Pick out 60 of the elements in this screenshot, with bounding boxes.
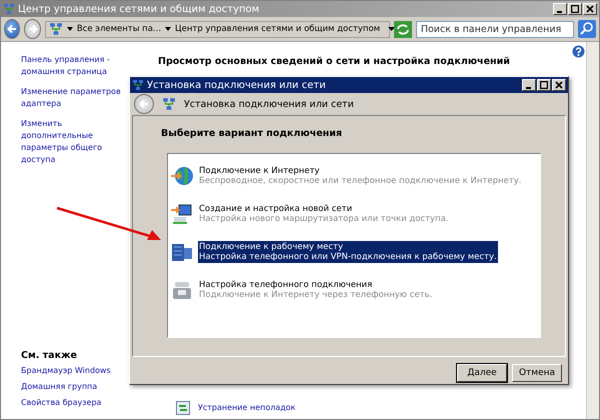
window-title: Центр управления сетями и общим доступом <box>18 4 260 14</box>
computer-network-icon <box>170 202 194 226</box>
close-button[interactable] <box>552 79 566 91</box>
option-title: Создание и настройка новой сети <box>199 204 354 214</box>
option-title: Настройка телефонного подключения <box>199 280 374 290</box>
connection-option[interactable]: Подключение к рабочему месту Настройка телефонного или VPN-подключения к рабочему месту. <box>198 241 498 263</box>
prompt-text: Выберите вариант подключения <box>161 128 343 139</box>
sidebar-link[interactable]: Изменение параметров адаптера <box>21 86 128 110</box>
search-icon[interactable] <box>578 20 596 38</box>
maximize-button[interactable] <box>568 3 582 15</box>
back-button[interactable] <box>134 94 154 114</box>
connection-option[interactable]: Создание и настройка новой сети Настройка нового маршрутизатора или точки доступа. <box>198 203 450 225</box>
option-title: Подключение к рабочему месту <box>199 242 344 252</box>
connection-option[interactable]: Подключение к Интернету Беспроводное, скоростное или телефонное подключение к Интернету. <box>198 165 522 187</box>
dialog-heading: Установка подключения или сети <box>184 98 354 110</box>
maximize-button[interactable] <box>537 79 551 91</box>
minimize-button[interactable] <box>522 79 536 91</box>
forward-arrow-icon <box>28 24 38 34</box>
dropdown-caret-icon <box>66 27 73 31</box>
minimize-button[interactable] <box>553 3 567 15</box>
maximize-icon <box>571 5 579 13</box>
sidebar-link[interactable]: Изменить дополнительные параметры общего доступа <box>21 118 128 166</box>
close-icon <box>555 81 563 89</box>
network-icon <box>48 22 63 36</box>
maximize-icon <box>540 81 548 89</box>
scrollbar[interactable] <box>586 42 599 419</box>
back-arrow-icon <box>7 24 18 34</box>
help-icon[interactable] <box>572 45 585 58</box>
see-also-link[interactable]: Свойства браузера <box>21 397 128 409</box>
back-arrow-icon <box>139 99 149 109</box>
search-field[interactable]: Поиск в панели управления <box>416 20 574 38</box>
close-button[interactable] <box>583 3 597 15</box>
network-icon <box>132 79 144 91</box>
cancel-button[interactable]: Отмена <box>512 364 562 382</box>
see-also-heading: См. также <box>21 350 78 361</box>
dialog-title: Установка подключения или сети <box>147 80 327 90</box>
globe-icon <box>170 164 194 188</box>
troubleshoot-link[interactable]: Устранение неполадок <box>198 402 296 414</box>
forward-button[interactable] <box>24 19 41 39</box>
sidebar-link[interactable]: Панель управления - домашняя страница <box>21 54 128 78</box>
refresh-icon[interactable] <box>394 20 412 38</box>
option-title: Подключение к Интернету <box>199 166 321 176</box>
network-icon <box>3 3 15 15</box>
breadcrumb[interactable]: Все элементы па... <box>76 24 162 34</box>
option-description: Подключение к Интернету через телефонную сеть. <box>199 290 432 300</box>
option-description: Настройка телефонного или VPN-подключения к рабочему месту. <box>199 252 497 262</box>
close-icon <box>586 5 594 13</box>
option-description: Беспроводное, скоростное или телефонное подключение к Интернету. <box>199 176 522 186</box>
back-button[interactable] <box>4 19 20 39</box>
option-description: Настройка нового маршрутизатора или точки доступа. <box>199 214 449 224</box>
network-icon <box>162 97 176 111</box>
page-heading: Просмотр основных сведений о сети и настройка подключений <box>158 56 511 67</box>
dropdown-caret-icon <box>165 27 172 31</box>
connection-option[interactable]: Настройка телефонного подключения Подключение к Интернету через телефонную сеть. <box>198 279 434 301</box>
breadcrumb[interactable]: Центр управления сетями и общим доступом <box>175 24 380 34</box>
see-also-link[interactable]: Брандмауэр Windows <box>21 365 128 377</box>
see-also-link[interactable]: Домашняя группа <box>21 381 128 393</box>
dropdown-caret-icon[interactable] <box>388 27 396 31</box>
troubleshoot-icon <box>176 401 190 415</box>
next-button[interactable]: Далее <box>457 364 507 382</box>
